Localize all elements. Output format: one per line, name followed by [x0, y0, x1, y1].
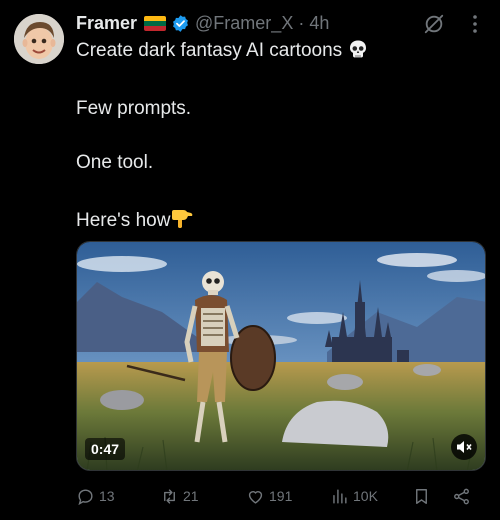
tweet-text-line-1-content: Create dark fantasy AI cartoons — [76, 40, 343, 61]
video-duration: 0:47 — [85, 438, 126, 460]
lithuania-flag-icon — [144, 15, 167, 31]
author-name[interactable]: Framer — [76, 13, 137, 34]
reply-count: 13 — [99, 488, 115, 504]
retweet-count: 21 — [183, 488, 199, 504]
video-player[interactable]: 0:47 — [76, 241, 486, 471]
tweet-text-line-3: One tool. — [76, 152, 154, 173]
views-button[interactable]: 10K — [330, 484, 378, 508]
tweet-text-line-4: Here's how — [76, 207, 194, 233]
tweet-text-line-2: Few prompts. — [76, 98, 192, 119]
like-button[interactable]: 191 — [246, 484, 292, 508]
separator-dot: · — [298, 12, 305, 33]
like-count: 191 — [269, 488, 293, 504]
timestamp[interactable]: 4h — [309, 13, 329, 34]
author-handle[interactable]: @Framer_X — [195, 13, 293, 34]
retweet-icon — [164, 488, 175, 504]
reply-button[interactable]: 13 — [76, 484, 115, 508]
tweet-text-line-1: Create dark fantasy AI cartoons — [76, 39, 368, 63]
mute-icon[interactable] — [451, 434, 477, 460]
share-button[interactable] — [452, 484, 475, 508]
bookmark-icon — [416, 488, 427, 504]
more-icon[interactable] — [466, 11, 484, 37]
tweet-text-line-4-content: Here's how — [76, 210, 171, 231]
grok-icon[interactable] — [423, 13, 445, 35]
skull-emoji-icon — [350, 40, 367, 58]
pointing-down-hand-emoji-icon — [172, 210, 193, 228]
reply-icon — [78, 488, 93, 505]
share-icon — [454, 488, 469, 504]
retweet-button[interactable]: 21 — [160, 484, 199, 508]
verified-badge-icon — [173, 14, 188, 32]
bookmark-button[interactable] — [412, 484, 435, 508]
tweet: Framer @Framer_X · 4h Create dark fantas… — [0, 0, 500, 520]
heart-icon — [248, 490, 263, 504]
views-count: 10K — [353, 488, 378, 504]
avatar[interactable] — [14, 14, 64, 64]
video-thumbnail — [77, 242, 485, 470]
tweet-actions: 13 21 191 10K — [76, 484, 486, 508]
analytics-icon — [333, 488, 347, 504]
